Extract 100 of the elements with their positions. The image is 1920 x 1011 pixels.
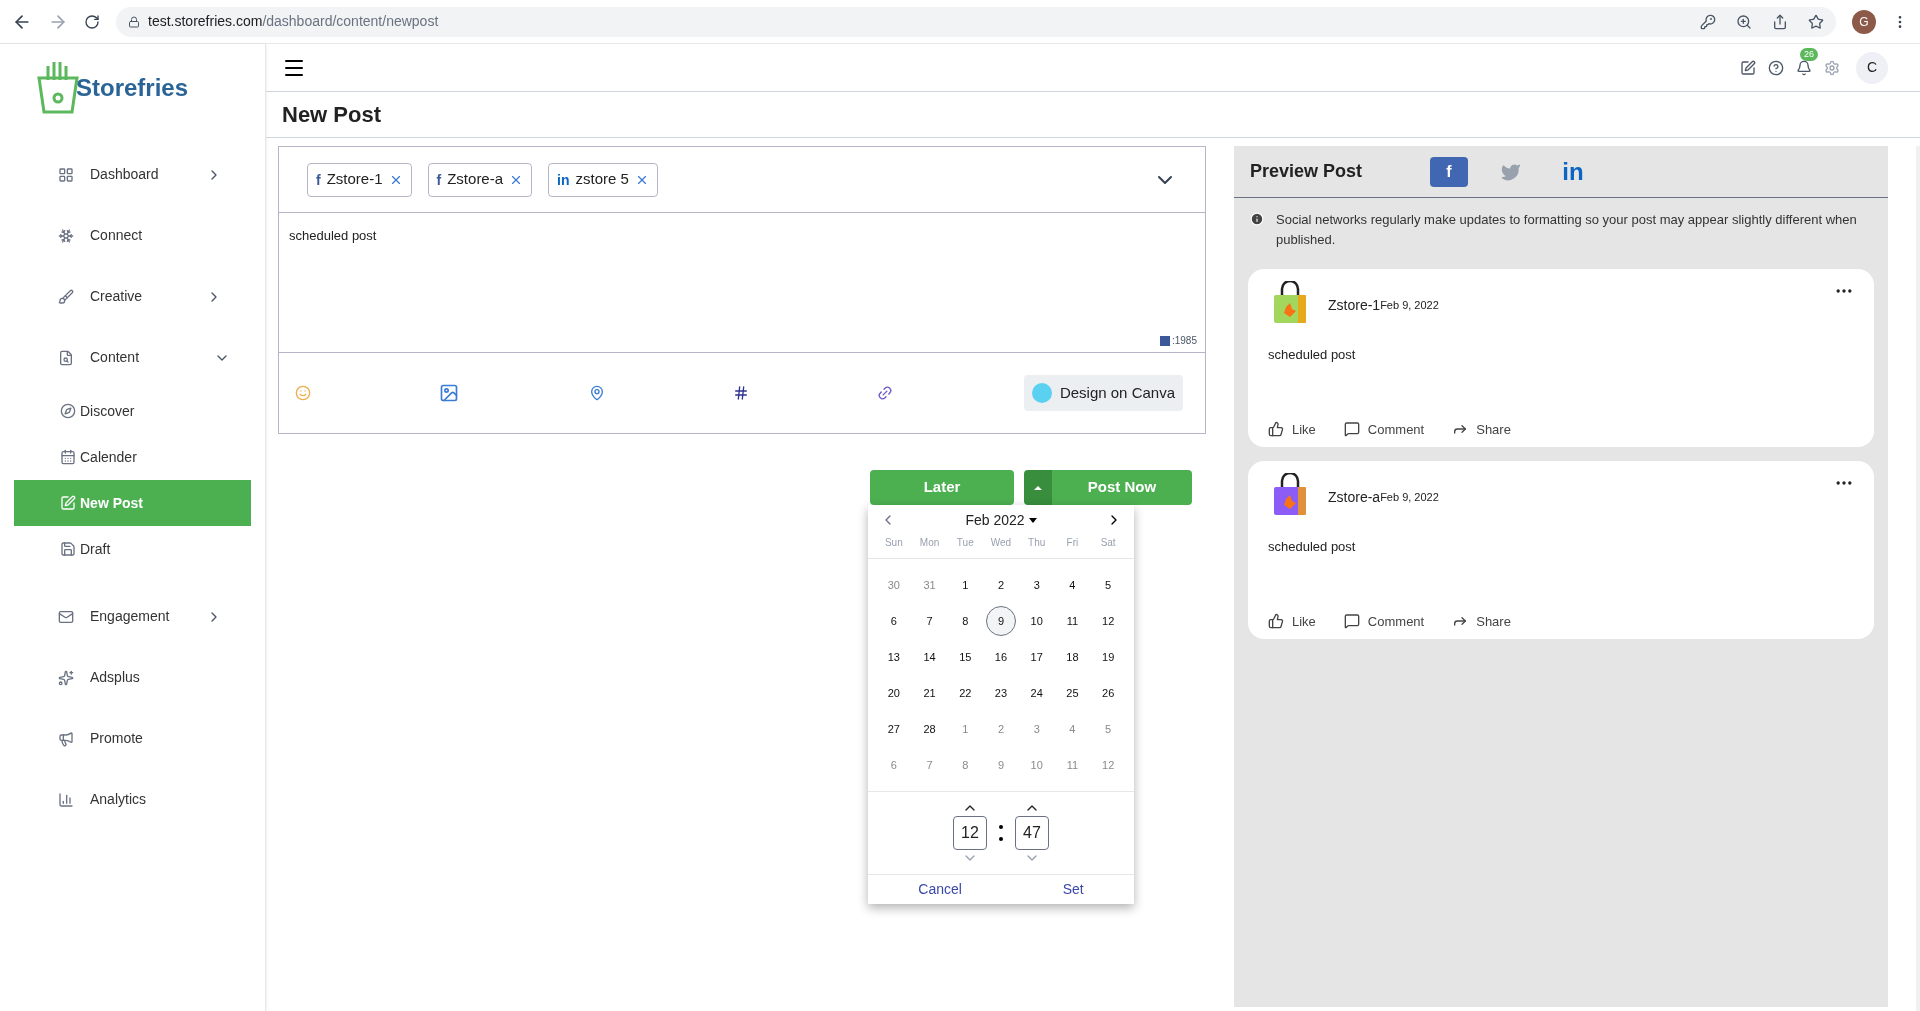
post-text-area[interactable]: scheduled post :1985 <box>279 213 1205 353</box>
comment-icon <box>1343 421 1360 438</box>
calendar-day[interactable]: 21 <box>914 678 945 708</box>
calendar-day[interactable]: 14 <box>914 642 945 672</box>
reload-icon[interactable] <box>84 13 100 30</box>
image-icon[interactable] <box>439 383 459 403</box>
post-action[interactable]: Comment <box>1343 419 1425 439</box>
calendar-day[interactable]: 10 <box>1021 750 1052 780</box>
calendar-day[interactable]: 31 <box>914 570 945 600</box>
network-tab[interactable]: f <box>1430 156 1468 187</box>
post-action[interactable]: Share <box>1452 611 1511 631</box>
share-icon[interactable] <box>1772 13 1788 30</box>
calendar-day[interactable]: 16 <box>986 642 1016 672</box>
save-icon <box>60 541 76 557</box>
help-icon[interactable] <box>1768 59 1784 76</box>
grid-icon <box>58 166 74 183</box>
calendar-day[interactable]: 2 <box>986 570 1016 600</box>
sidebar-item[interactable]: Draft <box>14 526 251 572</box>
calendar-day[interactable]: 3 <box>1021 714 1052 744</box>
calendar-day[interactable]: 27 <box>878 714 909 744</box>
weekday-label: Mon <box>918 536 941 550</box>
zoom-icon[interactable] <box>1736 13 1752 30</box>
calendar-day[interactable]: 4 <box>1057 570 1088 600</box>
linkedin-icon: in <box>1562 159 1584 184</box>
minute-field[interactable]: 47 <box>1015 816 1049 850</box>
calendar-day[interactable]: 11 <box>1057 750 1088 780</box>
canva-button[interactable]: Design on Canva <box>1023 375 1183 411</box>
calendar-day[interactable]: 4 <box>1057 714 1088 744</box>
account-chip[interactable]: in zstore 5 <box>548 162 658 197</box>
location-pin-icon[interactable] <box>589 385 605 401</box>
sidebar-item[interactable]: Engagement <box>14 586 251 647</box>
weekday-label: Sat <box>1099 536 1117 550</box>
weekday-label: Sun <box>883 536 904 550</box>
calendar-day[interactable]: 30 <box>878 570 909 600</box>
calendar-day[interactable]: 9 <box>986 606 1016 636</box>
month-selector[interactable]: Feb 2022 <box>965 509 1037 531</box>
calendar-day[interactable]: 12 <box>1093 750 1124 780</box>
compose-icon[interactable] <box>1740 59 1756 76</box>
calendar-day[interactable]: 28 <box>914 714 945 744</box>
bookmark-star-icon[interactable] <box>1808 13 1824 30</box>
calendar-day[interactable]: 10 <box>1021 606 1052 636</box>
calendar-day[interactable]: 11 <box>1057 606 1088 636</box>
calendar-day[interactable]: 8 <box>950 750 981 780</box>
calendar-day[interactable]: 7 <box>914 606 945 636</box>
calendar-day[interactable]: 17 <box>1021 642 1052 672</box>
post-text: scheduled post <box>1268 538 1357 556</box>
hour-field[interactable]: 12 <box>953 816 987 850</box>
calendar-day[interactable]: 5 <box>1093 714 1124 744</box>
notification-bell-icon[interactable] <box>1796 59 1812 76</box>
sidebar-item[interactable]: Analytics <box>14 769 251 830</box>
user-avatar[interactable]: C <box>1856 51 1888 84</box>
set-button[interactable]: Set <box>1062 879 1084 900</box>
sidebar-item[interactable]: Content <box>14 327 251 388</box>
cancel-button[interactable]: Cancel <box>918 879 962 900</box>
sidebar-item[interactable]: Creative <box>14 266 251 327</box>
calendar-day[interactable]: 3 <box>1021 570 1052 600</box>
network-tab[interactable]: in <box>1554 156 1592 187</box>
calendar-day[interactable]: 12 <box>1093 606 1124 636</box>
calendar-day[interactable]: 7 <box>914 750 945 780</box>
account-chip[interactable]: f Zstore-1 <box>307 162 412 197</box>
calendar-day[interactable]: 15 <box>950 642 981 672</box>
post-date: Feb 9, 2022 <box>1380 489 1439 505</box>
calendar-day[interactable]: 19 <box>1093 642 1124 672</box>
calendar-day[interactable]: 5 <box>1093 570 1124 600</box>
calendar-day[interactable]: 9 <box>986 750 1016 780</box>
post-action[interactable]: Comment <box>1343 611 1425 631</box>
sidebar-item[interactable]: Calender <box>14 434 251 480</box>
twitter-icon <box>1501 161 1521 182</box>
sidebar-item[interactable]: Dashboard <box>14 144 251 205</box>
sidebar-item[interactable]: Promote <box>14 708 251 769</box>
sidebar-item[interactable]: Adsplus <box>14 647 251 708</box>
key-icon[interactable] <box>1700 13 1716 30</box>
hashtag-icon[interactable] <box>733 385 749 401</box>
calendar-day[interactable]: 8 <box>950 606 981 636</box>
post-action[interactable]: Like <box>1268 611 1316 631</box>
settings-icon[interactable] <box>1824 59 1840 76</box>
post-action[interactable]: Like <box>1268 419 1316 439</box>
calendar-day[interactable]: 23 <box>986 678 1016 708</box>
profile-avatar[interactable]: G <box>1852 9 1876 34</box>
calendar-day[interactable]: 25 <box>1057 678 1088 708</box>
facebook-icon: f <box>316 172 321 187</box>
calendar-day[interactable]: 13 <box>878 642 909 672</box>
weekday-label: Thu <box>1027 536 1047 550</box>
calendar-day[interactable]: 6 <box>878 750 909 780</box>
calendar-day[interactable]: 20 <box>878 678 909 708</box>
calendar-day[interactable]: 2 <box>986 714 1016 744</box>
account-chip[interactable]: f Zstore-a <box>427 162 533 197</box>
calendar-day[interactable]: 24 <box>1021 678 1052 708</box>
calendar-day[interactable]: 18 <box>1057 642 1088 672</box>
calendar-day[interactable]: 1 <box>950 714 981 744</box>
calendar-day[interactable]: 1 <box>950 570 981 600</box>
calendar-day[interactable]: 22 <box>950 678 981 708</box>
sidebar-item[interactable]: Discover <box>14 388 251 434</box>
facebook-icon: f <box>1446 163 1452 180</box>
calendar-day[interactable]: 26 <box>1093 678 1124 708</box>
info-icon <box>1250 212 1264 226</box>
post-action[interactable]: Share <box>1452 419 1511 439</box>
sidebar-item[interactable]: Connect <box>14 205 251 266</box>
calendar-day[interactable]: 6 <box>878 606 909 636</box>
address-bar[interactable]: test.storefries.com/dashboard/content/newpost <box>116 6 1836 37</box>
